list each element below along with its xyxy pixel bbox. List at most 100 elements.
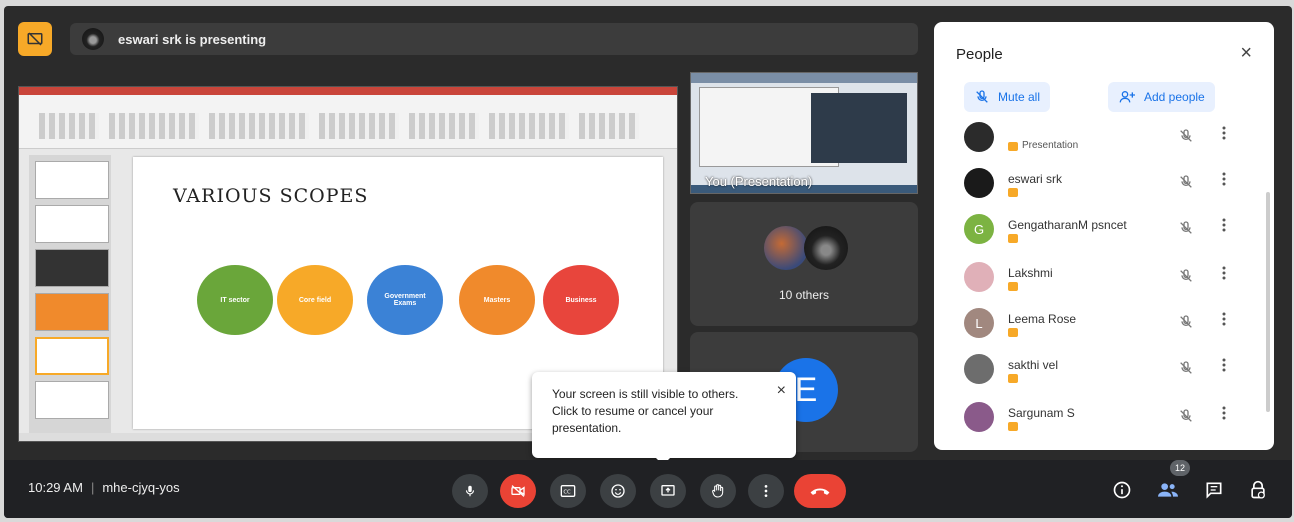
tooltip-close-button[interactable]: × bbox=[777, 382, 786, 399]
more-options-button[interactable] bbox=[748, 474, 784, 508]
camera-off-icon bbox=[511, 485, 525, 497]
participant-list-scrollbar[interactable] bbox=[1266, 192, 1270, 412]
participant-row[interactable]: eswari srk bbox=[934, 162, 1274, 208]
participant-more-icon[interactable] bbox=[1222, 358, 1226, 377]
mic-off-icon[interactable] bbox=[1178, 174, 1194, 195]
people-count-badge: 12 bbox=[1170, 460, 1191, 476]
captions-icon: CC bbox=[560, 485, 576, 497]
presentation-tag-icon bbox=[1008, 374, 1018, 383]
clock-time: 10:29 AM bbox=[28, 480, 83, 495]
mic-off-icon[interactable] bbox=[1178, 220, 1194, 241]
chat-icon bbox=[1206, 482, 1222, 499]
presentation-tag-icon bbox=[1008, 422, 1018, 431]
lock-person-icon bbox=[1251, 480, 1265, 499]
others-count-label: 10 others bbox=[778, 288, 830, 302]
participant-more-icon[interactable] bbox=[1222, 218, 1226, 237]
more-vert-icon bbox=[764, 485, 768, 497]
leave-call-button[interactable] bbox=[794, 474, 846, 508]
slide-thumbnail-active[interactable] bbox=[35, 337, 109, 375]
scope-circle-it: IT sector bbox=[197, 265, 273, 335]
participant-avatar: L bbox=[964, 308, 994, 338]
participant-avatar: G bbox=[964, 214, 994, 244]
chat-button[interactable] bbox=[1202, 478, 1226, 502]
emoji-icon bbox=[611, 484, 625, 498]
present-off-icon bbox=[27, 32, 43, 46]
participant-name: Lakshmi bbox=[1008, 266, 1053, 280]
mic-off-icon bbox=[976, 90, 988, 103]
presentation-tag-icon bbox=[1008, 328, 1018, 337]
others-tile[interactable]: 10 others bbox=[690, 202, 918, 326]
people-button[interactable] bbox=[1156, 478, 1180, 502]
participant-row[interactable]: L Leema Rose bbox=[934, 302, 1274, 348]
mic-off-icon[interactable] bbox=[1178, 314, 1194, 335]
mic-off-icon[interactable] bbox=[1178, 268, 1194, 289]
participant-name: Leema Rose bbox=[1008, 312, 1077, 326]
scope-circle-core: Core field bbox=[277, 265, 353, 335]
app-titlebar bbox=[19, 87, 677, 95]
presentation-tag-icon bbox=[1008, 282, 1018, 291]
host-controls-button[interactable] bbox=[1246, 478, 1270, 502]
captions-button[interactable]: CC bbox=[550, 474, 586, 508]
slide-thumbnail[interactable] bbox=[35, 161, 109, 199]
info-icon bbox=[1113, 481, 1131, 499]
present-screen-button[interactable] bbox=[650, 474, 686, 508]
participant-name: GengatharanM psncet bbox=[1008, 218, 1127, 232]
participant-name: sakthi vel bbox=[1008, 358, 1059, 372]
people-panel: People × Mute all Add people Presentatio… bbox=[934, 22, 1274, 450]
people-panel-close-button[interactable]: × bbox=[1240, 42, 1252, 65]
presentation-badge[interactable] bbox=[18, 22, 52, 56]
people-panel-title: People bbox=[956, 46, 1003, 63]
participant-avatar bbox=[964, 262, 994, 292]
participant-row[interactable]: G GengatharanM psncet bbox=[934, 208, 1274, 254]
camera-off-button[interactable] bbox=[500, 474, 536, 508]
participant-avatar bbox=[764, 226, 808, 270]
raise-hand-button[interactable] bbox=[700, 474, 736, 508]
participant-avatar bbox=[964, 354, 994, 384]
mic-off-icon[interactable] bbox=[1178, 360, 1194, 381]
participant-row[interactable]: sakthi vel bbox=[934, 348, 1274, 394]
slide-thumbnail[interactable] bbox=[35, 249, 109, 287]
participant-row[interactable]: Presentation bbox=[934, 116, 1274, 162]
svg-text:CC: CC bbox=[563, 490, 571, 496]
mic-off-icon[interactable] bbox=[1178, 408, 1194, 429]
slide-thumbnails bbox=[29, 155, 111, 437]
participant-avatar bbox=[964, 402, 994, 432]
presenter-avatar bbox=[82, 28, 104, 50]
slide-title: VARIOUS SCOPES bbox=[173, 185, 369, 207]
participant-more-icon[interactable] bbox=[1222, 406, 1226, 425]
self-presentation-tile[interactable]: You (Presentation) bbox=[690, 72, 918, 194]
participant-avatar bbox=[964, 168, 994, 198]
participant-avatar bbox=[804, 226, 848, 270]
meeting-info-text: 10:29 AM | mhe-cjyq-yos bbox=[28, 480, 180, 495]
slide-thumbnail[interactable] bbox=[35, 205, 109, 243]
scope-circle-government: Government Exams bbox=[367, 265, 443, 335]
mic-icon bbox=[465, 485, 475, 497]
app-ribbon bbox=[19, 95, 677, 149]
meeting-details-button[interactable] bbox=[1110, 478, 1134, 502]
present-icon bbox=[661, 485, 675, 496]
participant-more-icon[interactable] bbox=[1222, 266, 1226, 285]
bottom-toolbar: 10:29 AM | mhe-cjyq-yos CC 12 bbox=[4, 460, 1292, 518]
reactions-button[interactable] bbox=[600, 474, 636, 508]
participant-name: eswari srk bbox=[1008, 172, 1063, 186]
participant-subtitle: Presentation bbox=[1022, 140, 1079, 151]
slide-thumbnail[interactable] bbox=[35, 293, 109, 331]
presenting-banner: eswari srk is presenting bbox=[70, 23, 918, 55]
microphone-button[interactable] bbox=[452, 474, 488, 508]
participant-more-icon[interactable] bbox=[1222, 172, 1226, 191]
mute-all-button[interactable]: Mute all bbox=[964, 82, 1051, 112]
hand-icon bbox=[712, 484, 724, 498]
scope-circle-business: Business bbox=[543, 265, 619, 335]
presentation-paused-tooltip: Your screen is still visible to others. … bbox=[532, 372, 796, 458]
slide-thumbnail[interactable] bbox=[35, 381, 109, 419]
participant-more-icon[interactable] bbox=[1222, 126, 1226, 145]
participant-avatar bbox=[964, 122, 994, 152]
mic-off-icon[interactable] bbox=[1178, 128, 1194, 149]
scope-circle-masters: Masters bbox=[459, 265, 535, 335]
participant-more-icon[interactable] bbox=[1222, 312, 1226, 331]
participant-row[interactable]: Lakshmi bbox=[934, 256, 1274, 302]
add-people-button[interactable]: Add people bbox=[1108, 82, 1215, 112]
participant-row[interactable]: Sargunam S bbox=[934, 396, 1274, 442]
tooltip-message: Your screen is still visible to others. … bbox=[552, 387, 739, 435]
self-tile-caption: You (Presentation) bbox=[705, 174, 813, 189]
